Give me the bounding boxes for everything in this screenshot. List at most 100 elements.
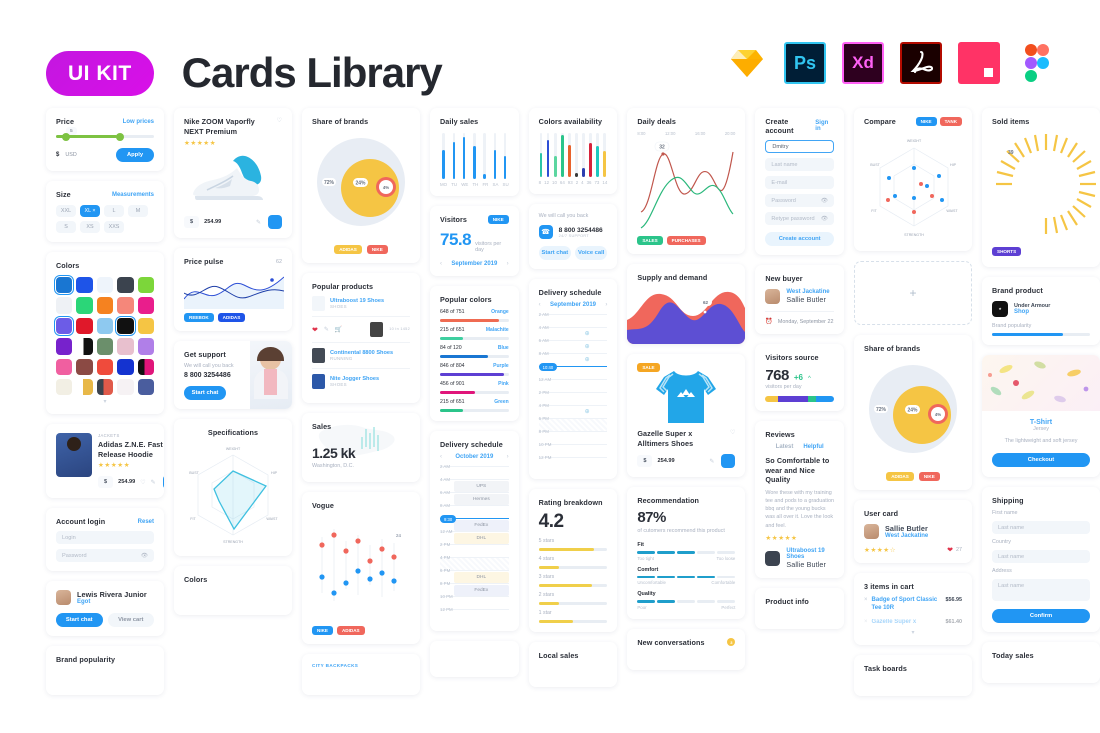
color-swatch[interactable]	[96, 338, 114, 355]
color-swatch[interactable]	[114, 315, 137, 337]
confirm-button[interactable]: Confirm	[992, 609, 1091, 624]
login-input[interactable]: Login	[56, 531, 154, 545]
start-chat-button[interactable]: Start chat	[184, 386, 226, 401]
list-item[interactable]: Ultraboost 19 Shoes SHOES	[312, 291, 410, 317]
color-swatch[interactable]	[76, 379, 93, 396]
eye-icon[interactable]: 👁	[141, 553, 148, 559]
color-swatch[interactable]	[53, 274, 75, 296]
prev-month-icon[interactable]: ‹	[440, 454, 442, 460]
voice-call-button[interactable]: Voice call	[575, 246, 608, 260]
start-chat-button[interactable]: Start chat	[538, 246, 572, 260]
remove-item-icon[interactable]: ×	[864, 597, 868, 603]
color-swatch[interactable]	[137, 338, 155, 355]
color-swatch[interactable]	[117, 358, 134, 376]
invision-icon[interactable]	[958, 42, 1000, 84]
prev-month-icon[interactable]: ‹	[440, 261, 442, 267]
schedule-slot[interactable]: 12 PM	[440, 607, 509, 622]
add-to-cart-button[interactable]	[721, 454, 736, 469]
next-month-icon[interactable]: ›	[605, 302, 607, 308]
add-to-cart-button[interactable]	[268, 215, 282, 230]
size-chip[interactable]: XXS	[104, 221, 124, 233]
next-month-icon[interactable]: ›	[507, 261, 509, 267]
color-swatch[interactable]	[96, 297, 114, 314]
sign-in-link[interactable]: Sign in	[815, 120, 834, 132]
first-name-input[interactable]: Last name	[992, 521, 1091, 535]
cart-more-icon[interactable]: ▾	[864, 629, 962, 636]
add-slot-icon[interactable]: ⊕	[585, 356, 590, 363]
edit-icon[interactable]: ✎	[324, 326, 329, 333]
list-item[interactable]: Nite Jogger Shoes SHOES	[312, 369, 410, 394]
schedule-slot[interactable]: 6 AM Hermes	[440, 490, 509, 505]
view-cart-button[interactable]: View cart	[107, 613, 154, 628]
password-input[interactable]: Password 👁	[765, 194, 835, 207]
create-account-button[interactable]: Create account	[765, 232, 835, 246]
edit-icon[interactable]: ✎	[709, 458, 714, 465]
size-chip[interactable]: M	[128, 205, 148, 217]
heart-icon[interactable]: ❤	[947, 546, 953, 554]
reset-link[interactable]: Reset	[138, 519, 154, 525]
color-swatch[interactable]	[117, 379, 134, 396]
cart-icon[interactable]: 🛒	[335, 326, 342, 333]
color-swatch[interactable]	[117, 277, 134, 294]
schedule-slot[interactable]: 4 AM UPS	[440, 477, 509, 492]
color-swatch[interactable]	[137, 358, 155, 376]
color-swatch[interactable]	[56, 358, 73, 376]
size-chip[interactable]: XXL	[56, 205, 76, 217]
last-name-input[interactable]: Last name	[765, 158, 835, 171]
color-swatch[interactable]	[53, 315, 75, 337]
color-swatch[interactable]	[117, 297, 134, 314]
sketch-icon[interactable]	[726, 42, 768, 84]
email-input[interactable]: E-mail	[765, 176, 835, 189]
address-input[interactable]: Last name	[992, 579, 1091, 602]
heart-icon[interactable]: ♡	[730, 429, 735, 436]
start-chat-button[interactable]: Start chat	[56, 613, 103, 628]
color-swatch[interactable]	[137, 379, 155, 396]
size-chip-selected[interactable]: XL ×	[80, 205, 100, 217]
measurements-link[interactable]: Measurements	[112, 192, 154, 198]
remove-item-icon[interactable]: ×	[864, 619, 868, 625]
color-swatch[interactable]	[56, 379, 73, 396]
plus-icon[interactable]: +	[910, 286, 917, 300]
color-swatch[interactable]	[56, 338, 73, 355]
eye-icon[interactable]: 👁	[821, 198, 828, 204]
colors-more-icon[interactable]: ▾	[56, 398, 154, 405]
heart-icon[interactable]: ♡	[277, 117, 282, 124]
color-swatch[interactable]	[137, 317, 155, 335]
size-chip[interactable]: S	[56, 221, 76, 233]
heart-icon[interactable]: ♡	[140, 479, 145, 486]
figma-icon[interactable]	[1016, 42, 1058, 84]
apply-button[interactable]: Apply	[116, 148, 154, 162]
tab-helpful[interactable]: Helpful	[803, 444, 823, 450]
color-swatch[interactable]	[137, 277, 155, 294]
prev-month-icon[interactable]: ‹	[539, 302, 541, 308]
color-swatch[interactable]	[117, 338, 134, 355]
color-swatch[interactable]	[96, 379, 114, 396]
schedule-slot-blocked[interactable]: 4 PM	[440, 555, 509, 570]
color-swatch[interactable]	[76, 297, 93, 314]
adobe-xd-icon[interactable]: Xd	[842, 42, 884, 84]
color-swatch[interactable]	[96, 358, 114, 376]
add-card-placeholder[interactable]: +	[854, 261, 973, 325]
password-input[interactable]: Password 👁	[56, 549, 154, 563]
brand-shop-link[interactable]: Shop	[1014, 309, 1050, 315]
add-slot-icon[interactable]: ⊕	[585, 408, 590, 415]
size-chip[interactable]: L	[104, 205, 124, 217]
color-swatch[interactable]	[76, 277, 93, 294]
color-swatch[interactable]	[76, 358, 93, 376]
color-swatch[interactable]	[56, 297, 73, 314]
size-chip[interactable]: XS	[80, 221, 100, 233]
price-slider-track[interactable]	[56, 132, 154, 141]
schedule-slot[interactable]: 12 AM DHL	[440, 529, 509, 544]
retype-password-input[interactable]: Retype password 👁	[765, 212, 835, 225]
first-name-input[interactable]: Dmitry	[765, 140, 835, 153]
low-prices-link[interactable]: Low prices	[123, 119, 154, 125]
add-to-cart-button[interactable]	[162, 475, 164, 490]
color-swatch[interactable]	[96, 317, 114, 335]
add-slot-icon[interactable]: ⊕	[585, 330, 590, 337]
edit-icon[interactable]: ✎	[256, 219, 261, 226]
color-swatch[interactable]	[76, 317, 93, 335]
schedule-slot[interactable]: 2 AM	[440, 464, 509, 479]
checkout-button[interactable]: Checkout	[992, 453, 1091, 468]
next-month-icon[interactable]: ›	[507, 454, 509, 460]
schedule-slot[interactable]: 2 PM	[440, 542, 509, 557]
